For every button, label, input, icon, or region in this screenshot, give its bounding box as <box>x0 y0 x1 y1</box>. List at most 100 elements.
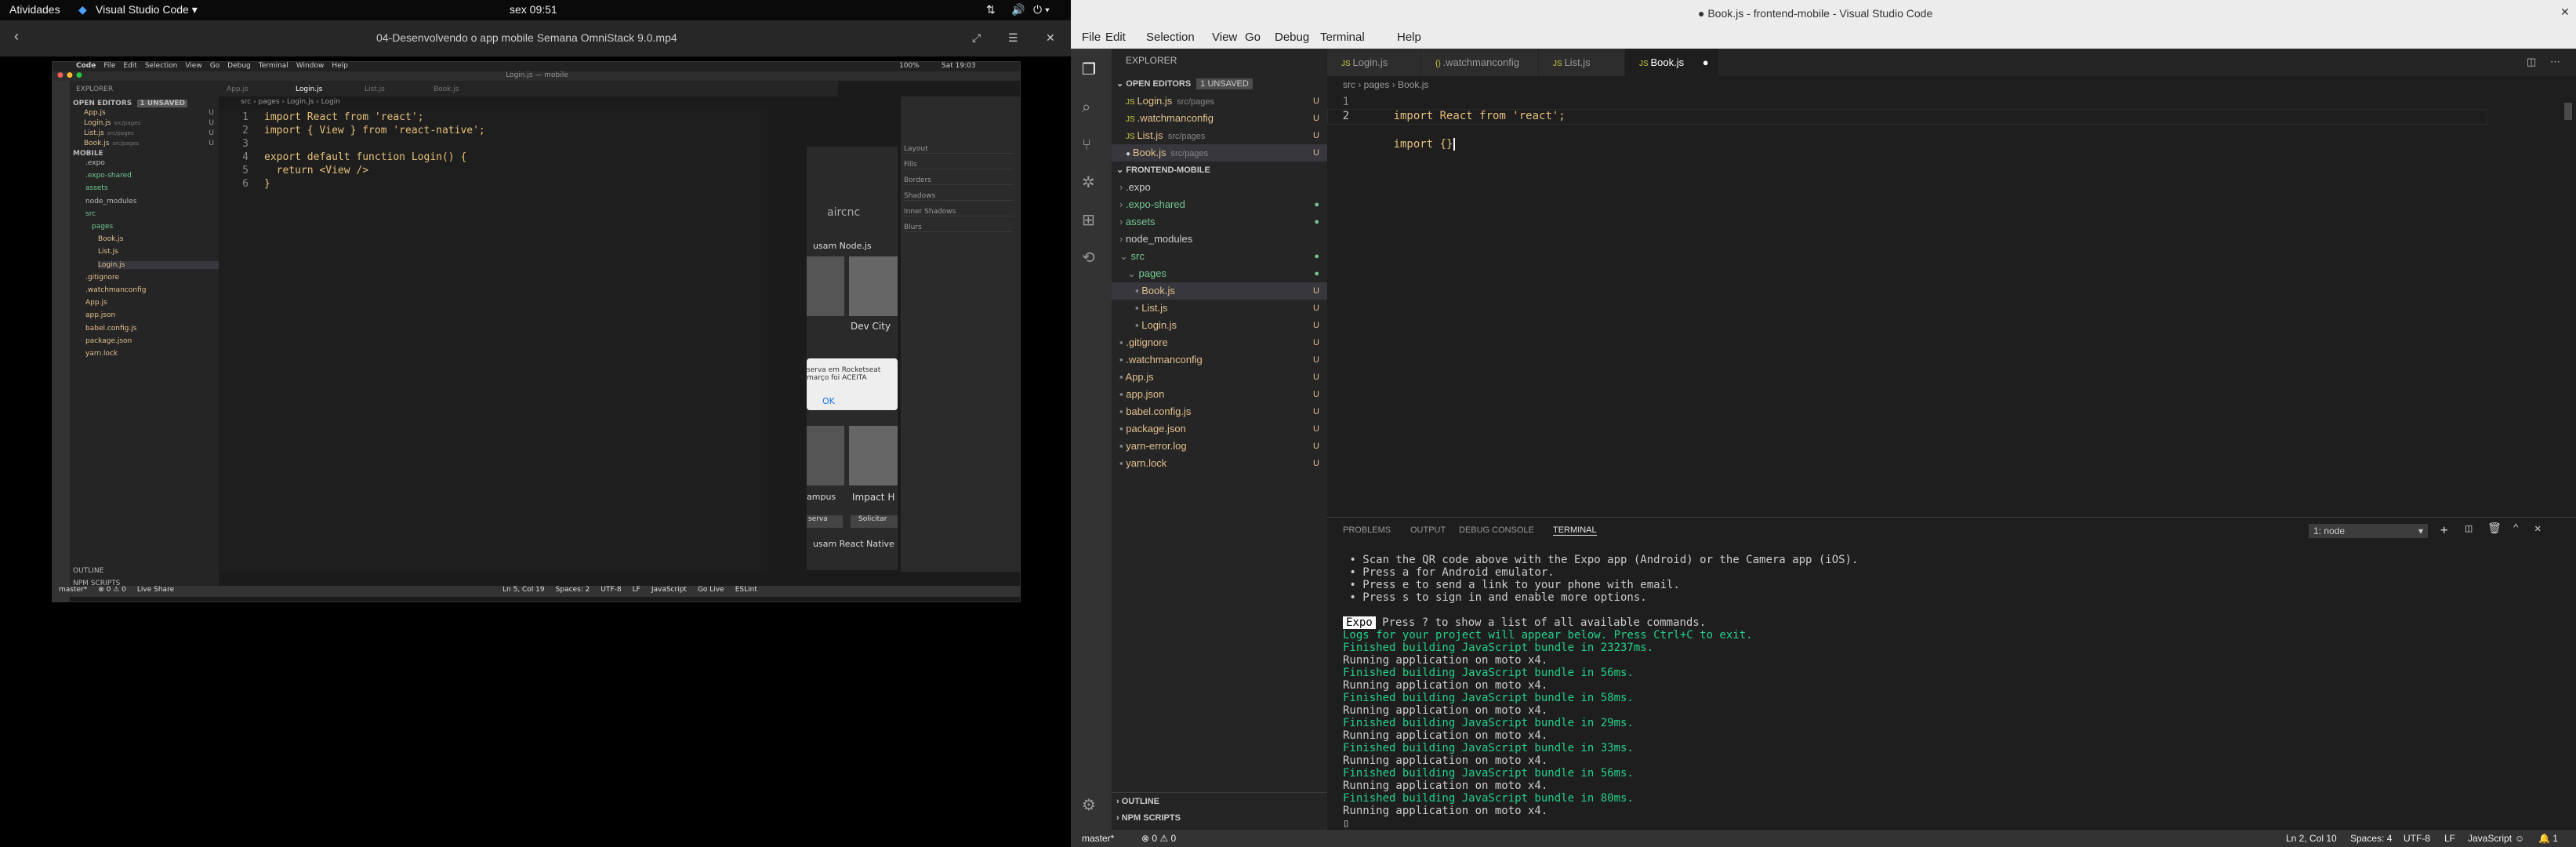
npm-scripts-section[interactable]: › NPM SCRIPTS <box>1112 809 1327 827</box>
git-status-badge: U <box>1313 338 1319 347</box>
open-editor-item[interactable]: JS .watchmanconfig U <box>1112 110 1327 127</box>
activities-button[interactable]: Atividades <box>9 3 60 16</box>
editor-tab[interactable]: JS Login.js <box>1327 49 1421 76</box>
app-menu[interactable]: Visual Studio Code ▾ <box>96 3 198 16</box>
fullscreen-icon[interactable]: ⤢ <box>972 31 981 45</box>
volume-icon[interactable]: 🔊 <box>1011 3 1025 16</box>
tree-item[interactable]: ▪ babel.config.js U <box>1112 403 1327 420</box>
mini-outline[interactable]: OUTLINE <box>73 567 103 575</box>
search-icon[interactable]: ⌕ <box>1082 97 1090 116</box>
tree-item[interactable]: ▪ Login.js U <box>1112 317 1327 334</box>
tree-item[interactable]: › assets ● <box>1112 213 1327 231</box>
tree-item[interactable]: ▪ .watchmanconfig U <box>1112 351 1327 369</box>
tree-item[interactable]: ⌄ pages ● <box>1112 265 1327 282</box>
phone-button-request[interactable]: Solicitar <box>851 515 898 528</box>
phone-emulator[interactable]: aircnc usam Node.js Dev City serva em Ro… <box>807 147 898 570</box>
video-frame[interactable]: Code File Edit Selection View Go Debug Terminal… <box>52 61 1021 602</box>
menu-help[interactable]: Help <box>1397 31 1421 44</box>
tree-item[interactable]: ▪ package.json U <box>1112 420 1327 438</box>
split-terminal-icon[interactable]: ◫ <box>2465 522 2472 535</box>
menu-terminal[interactable]: Terminal <box>1320 31 1365 44</box>
language-mode[interactable]: JavaScript <box>2468 833 2512 844</box>
mini-open-editor-name: List.js <box>84 129 104 137</box>
mini-tree-item: Book.js <box>98 235 124 244</box>
more-actions-icon[interactable]: ⋯ <box>2550 56 2560 68</box>
new-terminal-icon[interactable]: + <box>2440 522 2448 537</box>
tree-item-name: .expo <box>1125 181 1151 193</box>
line-ending[interactable]: LF <box>2444 833 2455 844</box>
scrollbar-thumb[interactable] <box>2564 103 2572 120</box>
files-icon[interactable]: ❐ <box>1082 60 1096 78</box>
back-arrow-icon[interactable]: ‹ <box>14 28 19 45</box>
open-editors-section[interactable]: ⌄ OPEN EDITORS 1 UNSAVED <box>1112 75 1327 93</box>
tree-item[interactable]: ▪ yarn.lock U <box>1112 455 1327 472</box>
source-control-icon[interactable]: ⑂ <box>1082 135 1091 154</box>
phone-alert-ok-button[interactable]: OK <box>822 396 835 406</box>
tree-item[interactable]: › node_modules <box>1112 231 1327 248</box>
encoding[interactable]: UTF-8 <box>2404 833 2430 844</box>
menu-edit[interactable]: Edit <box>1105 31 1126 44</box>
mini-open-editors[interactable]: OPEN EDITORS 1 UNSAVED <box>73 100 188 107</box>
phone-button-reserve[interactable]: serva <box>807 515 843 528</box>
project-section[interactable]: ⌄ FRONTEND-MOBILE <box>1112 162 1327 179</box>
panel-tab-terminal[interactable]: TERMINAL <box>1553 525 1597 536</box>
hamburger-menu-icon[interactable]: ☰ <box>1008 31 1018 45</box>
extensions-icon[interactable]: ⊞ <box>1082 210 1095 229</box>
network-icon[interactable]: ⇅ <box>986 3 996 16</box>
vscode-window: ● Book.js - frontend-mobile - Visual Stu… <box>1071 0 2576 847</box>
unsaved-dot-icon[interactable]: ● <box>1700 56 1709 68</box>
tree-item-name: src <box>1130 250 1145 262</box>
menu-debug[interactable]: Debug <box>1275 31 1309 44</box>
open-editor-item[interactable]: JS Login.js src/pages U <box>1112 93 1327 110</box>
editor-tab[interactable]: {} .watchmanconfig <box>1421 49 1539 76</box>
terminal-select[interactable]: 1: node ▾ <box>2309 524 2428 538</box>
clock[interactable]: sex 09:51 <box>510 3 557 16</box>
problems-indicator[interactable]: ⊗ 0 ⚠ 0 <box>1141 833 1176 844</box>
terminal-line-text: Finished building JavaScript bundle in 5… <box>1343 692 1634 704</box>
tree-item[interactable]: ▪ App.js U <box>1112 369 1327 386</box>
tree-item[interactable]: ▪ List.js U <box>1112 300 1327 317</box>
menu-selection[interactable]: Selection <box>1146 31 1195 44</box>
close-icon[interactable]: ✕ <box>1046 31 1055 45</box>
debug-icon[interactable]: ✲ <box>1082 173 1095 191</box>
breadcrumb[interactable]: src › pages › Book.js <box>1327 76 2576 93</box>
tree-item[interactable]: ▪ yarn-error.log U <box>1112 438 1327 455</box>
notifications-bell[interactable]: 🔔 1 <box>2538 833 2558 844</box>
tree-item[interactable]: ▪ Book.js U <box>1112 282 1327 300</box>
close-panel-icon[interactable]: ✕ <box>2534 522 2541 535</box>
feedback-icon[interactable]: ☺ <box>2515 833 2524 844</box>
live-share-icon[interactable]: ⟲ <box>1082 248 1095 267</box>
tree-item[interactable]: ⌄ src ● <box>1112 248 1327 265</box>
tree-item[interactable]: › .expo-shared ● <box>1112 196 1327 213</box>
open-editor-item[interactable]: JS List.js src/pages U <box>1112 127 1327 144</box>
mini-editor[interactable]: 1 2 34 5 6 import React from 'react'; import … <box>219 109 767 572</box>
split-editor-icon[interactable]: ◫ <box>2527 56 2536 68</box>
editor-tab[interactable]: JS Book.js ● <box>1625 49 1719 76</box>
window-close-icon[interactable]: ✕ <box>2560 5 2570 19</box>
code-editor[interactable]: 12 import React from 'react'; import {} <box>1327 93 2576 517</box>
menu-file[interactable]: File <box>1082 31 1101 44</box>
panel-tab-problems[interactable]: PROBLEMS <box>1343 525 1391 535</box>
editor-tab[interactable]: JS List.js <box>1539 49 1625 76</box>
panel-tab-debug-console[interactable]: DEBUG CONSOLE <box>1459 525 1534 535</box>
open-editor-item[interactable]: ● Book.js src/pages U <box>1112 144 1327 162</box>
menu-go[interactable]: Go <box>1245 31 1261 44</box>
indentation[interactable]: Spaces: 4 <box>2350 833 2392 844</box>
mini-code-line <box>264 137 485 151</box>
power-icon[interactable]: ⏻ ▾ <box>1033 3 1050 16</box>
menu-view[interactable]: View <box>1212 31 1237 44</box>
mini-project-header[interactable]: MOBILE <box>73 150 103 158</box>
tree-item[interactable]: ▪ .gitignore U <box>1112 334 1327 351</box>
settings-gear-icon[interactable]: ⚙ <box>1082 795 1096 814</box>
cursor-position[interactable]: Ln 2, Col 10 <box>2286 833 2337 844</box>
mini-git-badge: U <box>209 119 214 127</box>
terminal-output[interactable]: • Scan the QR code above with the Expo a… <box>1327 554 2576 830</box>
tree-item-name: List.js <box>1141 302 1168 314</box>
branch-indicator[interactable]: master* <box>1082 833 1114 844</box>
trash-icon[interactable]: 🗑 <box>2487 522 2502 535</box>
tree-item[interactable]: ▪ app.json U <box>1112 386 1327 403</box>
tree-item[interactable]: › .expo <box>1112 179 1327 196</box>
maximize-panel-icon[interactable]: ⌃ <box>2513 522 2519 535</box>
outline-section[interactable]: › OUTLINE <box>1112 792 1327 809</box>
panel-tab-output[interactable]: OUTPUT <box>1410 525 1446 535</box>
